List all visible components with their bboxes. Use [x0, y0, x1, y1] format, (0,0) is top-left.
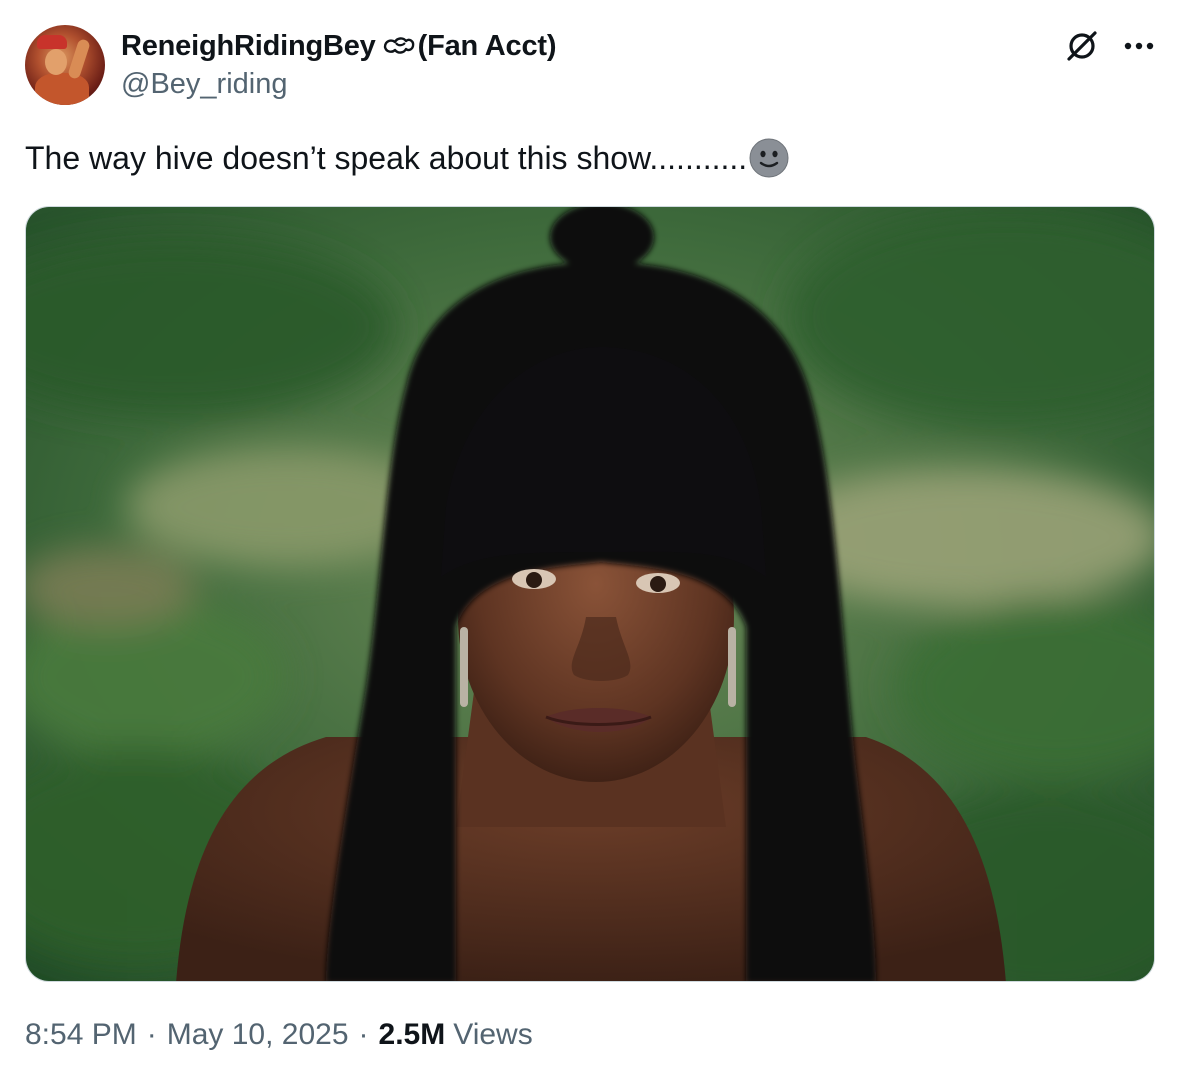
- meta-separator: ·: [358, 1018, 369, 1051]
- avatar-figure-face: [45, 49, 67, 75]
- tweet-text-content: The way hive doesn’t speak about this sh…: [25, 140, 748, 176]
- views-count: 2.5M: [378, 1018, 446, 1051]
- author-display-name[interactable]: ReneighRidingBey: [121, 30, 376, 63]
- slightly-smiling-face-icon: [749, 138, 789, 178]
- meta-separator: ·: [146, 1018, 157, 1051]
- tweet-time[interactable]: 8:54 PM: [25, 1018, 137, 1052]
- tweet-photo[interactable]: [25, 206, 1155, 982]
- avatar[interactable]: [25, 25, 105, 105]
- tweet: ReneighRidingBey (Fan Acct) @Bey_riding: [0, 0, 1184, 1082]
- tweet-date[interactable]: May 10, 2025: [167, 1018, 349, 1052]
- header-actions: [1062, 26, 1156, 66]
- avatar-figure-arm: [67, 38, 91, 80]
- author-name-row[interactable]: ReneighRidingBey (Fan Acct): [121, 28, 557, 64]
- horse-saddle-icon: [382, 33, 416, 59]
- grok-icon[interactable]: [1062, 26, 1102, 66]
- more-icon[interactable]: [1122, 26, 1156, 66]
- avatar-figure-body: [35, 73, 89, 105]
- avatar-figure-hat: [37, 35, 67, 49]
- tweet-meta: 8:54 PM · May 10, 2025 · 2.5M Views: [25, 1018, 533, 1052]
- author-name-suffix: (Fan Acct): [417, 29, 557, 62]
- author-handle[interactable]: @Bey_riding: [121, 68, 287, 101]
- views-label: Views: [453, 1018, 533, 1051]
- tweet-text: The way hive doesn’t speak about this sh…: [25, 134, 789, 182]
